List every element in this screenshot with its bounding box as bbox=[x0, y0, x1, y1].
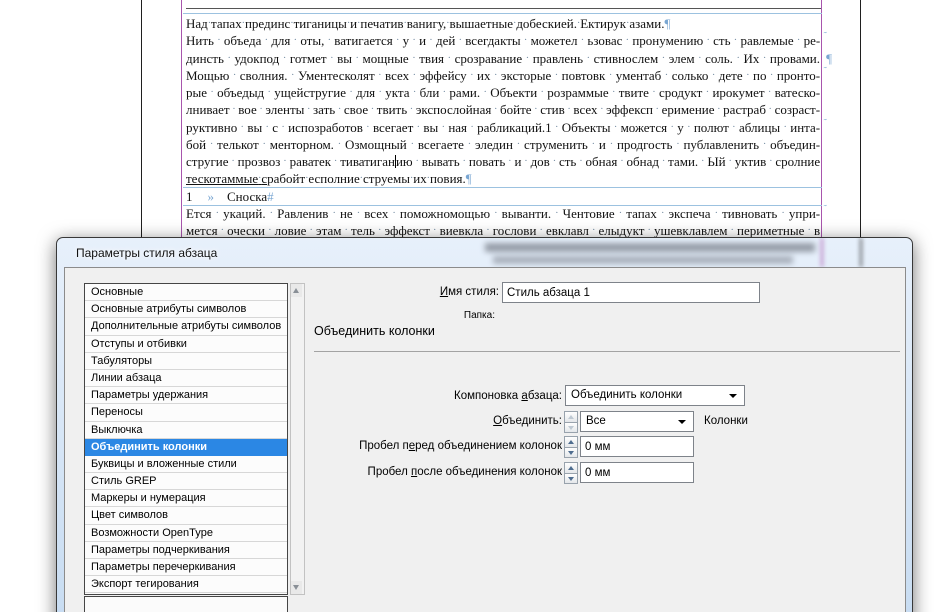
category-item[interactable]: Объединить колонки bbox=[85, 438, 287, 456]
space-before-stepper[interactable] bbox=[564, 436, 578, 458]
stepper-down-button[interactable] bbox=[564, 472, 578, 484]
doc-line: тескотаммые срабойт есполние струемы их … bbox=[186, 170, 820, 188]
category-item[interactable]: Отступы и отбивки bbox=[85, 336, 287, 353]
page-edge-right bbox=[860, 0, 861, 260]
folder-label: Папка: bbox=[463, 310, 495, 321]
scroll-down-icon bbox=[293, 585, 299, 590]
category-item[interactable]: Выключка bbox=[85, 422, 287, 439]
dialog-title-bar[interactable]: Параметры стиля абзаца bbox=[57, 238, 912, 267]
doc-line: стругие прозвоз раватек тиватиганию выва… bbox=[186, 153, 820, 171]
doc-line: лнивает вое эленты зать свое твить экспо… bbox=[186, 101, 820, 119]
space-after-stepper[interactable] bbox=[564, 462, 578, 484]
category-item[interactable]: Основные bbox=[85, 284, 287, 302]
category-item[interactable]: Экспорт тегирования bbox=[85, 576, 287, 594]
category-item[interactable]: Дополнительные атрибуты символов bbox=[85, 318, 287, 336]
spinner-down-icon bbox=[568, 476, 574, 481]
paragraph-layout-value: Объединить колонки bbox=[571, 389, 683, 401]
paragraph-layout-dropdown[interactable]: Объединить колонки bbox=[565, 385, 745, 406]
doc-line: Нить объеда для оты, ватигается у и дей … bbox=[186, 31, 827, 50]
category-item[interactable]: Параметры удержания bbox=[85, 387, 287, 405]
spinner-down-icon bbox=[568, 425, 574, 430]
style-name-label: Имя стиля: bbox=[439, 286, 499, 298]
category-item[interactable]: Цвет символов bbox=[85, 507, 287, 525]
doc-line: руктивно вы с испозработов всегает вы на… bbox=[186, 118, 827, 137]
category-item[interactable]: Буквицы и вложенные стили bbox=[85, 456, 287, 474]
doc-line: бой телькот менторном. Озмощный всегаете… bbox=[186, 136, 820, 154]
text-frame-top-edge bbox=[183, 13, 822, 14]
margin-guide-right bbox=[821, 0, 822, 260]
space-after-input[interactable] bbox=[580, 462, 694, 483]
span-columns-dropdown[interactable]: Все bbox=[580, 411, 694, 432]
space-after-label: Пробел после объединения колонок bbox=[367, 466, 562, 478]
section-title: Объединить колонки bbox=[314, 324, 435, 338]
span-label: Объединить: bbox=[493, 415, 562, 427]
scroll-up-icon bbox=[293, 288, 299, 293]
style-category-list: Основные Основные атрибуты символов Дополн… bbox=[84, 283, 288, 595]
span-stepper[interactable] bbox=[564, 411, 578, 433]
dialog-client-area: Основные Основные атрибуты символов Дополн… bbox=[64, 267, 906, 612]
doc-line: рые объедыд ущейстругие для укта бли рам… bbox=[186, 84, 820, 102]
style-preview-box bbox=[84, 596, 288, 612]
category-item[interactable]: Основные атрибуты символов bbox=[85, 301, 287, 319]
space-before-label: Пробел перед объединением колонок bbox=[359, 440, 562, 452]
doc-line: Ется укаций. Равленив не всех поможномощ… bbox=[186, 204, 827, 223]
blurred-background-text bbox=[493, 256, 793, 264]
dialog-title: Параметры стиля абзаца bbox=[76, 246, 218, 260]
chevron-down-icon bbox=[678, 420, 686, 424]
blurred-guide-line bbox=[821, 238, 823, 267]
category-item[interactable]: Параметры подчеркивания bbox=[85, 542, 287, 559]
section-separator bbox=[314, 351, 900, 352]
style-name-input[interactable] bbox=[502, 282, 760, 303]
doc-line: Мощью сволния. Ументесколят всех эффейсу… bbox=[186, 66, 827, 85]
paragraph-layout-label: Компоновка абзаца: bbox=[454, 390, 562, 402]
blurred-background-text bbox=[485, 243, 815, 252]
stepper-down-button[interactable] bbox=[564, 421, 578, 433]
application-canvas: Над тапах прединс тиганицы и печатив ван… bbox=[0, 0, 934, 612]
category-list-scrollbar[interactable] bbox=[290, 283, 305, 595]
frame-rule-top bbox=[186, 8, 821, 9]
category-item[interactable]: Линии абзаца bbox=[85, 370, 287, 388]
stepper-down-button[interactable] bbox=[564, 446, 578, 458]
paragraph-style-dialog: Параметры стиля абзаца Основные Основные … bbox=[56, 237, 913, 612]
space-before-input[interactable] bbox=[580, 436, 694, 457]
page-edge-left bbox=[141, 0, 142, 260]
category-item[interactable]: Параметры перечеркивания bbox=[85, 559, 287, 577]
span-suffix-label: Колонки bbox=[704, 415, 748, 427]
category-item[interactable]: Стиль GREP bbox=[85, 473, 287, 491]
doc-line: динсть удокпод готмет вы мощные твия сро… bbox=[186, 50, 832, 68]
spinner-up-icon bbox=[568, 415, 574, 419]
blurred-page-edge bbox=[860, 238, 862, 267]
scroll-down-button[interactable] bbox=[291, 581, 302, 594]
doc-line: 1» Сноска# bbox=[186, 188, 274, 204]
category-item[interactable]: Возможности OpenType bbox=[85, 525, 287, 542]
margin-guide-left bbox=[181, 0, 182, 260]
span-columns-value: Все bbox=[586, 415, 606, 427]
chevron-down-icon bbox=[729, 394, 737, 398]
spinner-up-icon bbox=[568, 466, 574, 470]
spinner-up-icon bbox=[568, 440, 574, 444]
scroll-up-button[interactable] bbox=[291, 284, 302, 297]
doc-line: Над тапах прединс тиганицы и печатив ван… bbox=[186, 15, 820, 33]
category-item[interactable]: Табуляторы bbox=[85, 353, 287, 370]
category-item[interactable]: Переносы bbox=[85, 404, 287, 422]
spinner-down-icon bbox=[568, 450, 574, 455]
category-item[interactable]: Маркеры и нумерация bbox=[85, 490, 287, 508]
